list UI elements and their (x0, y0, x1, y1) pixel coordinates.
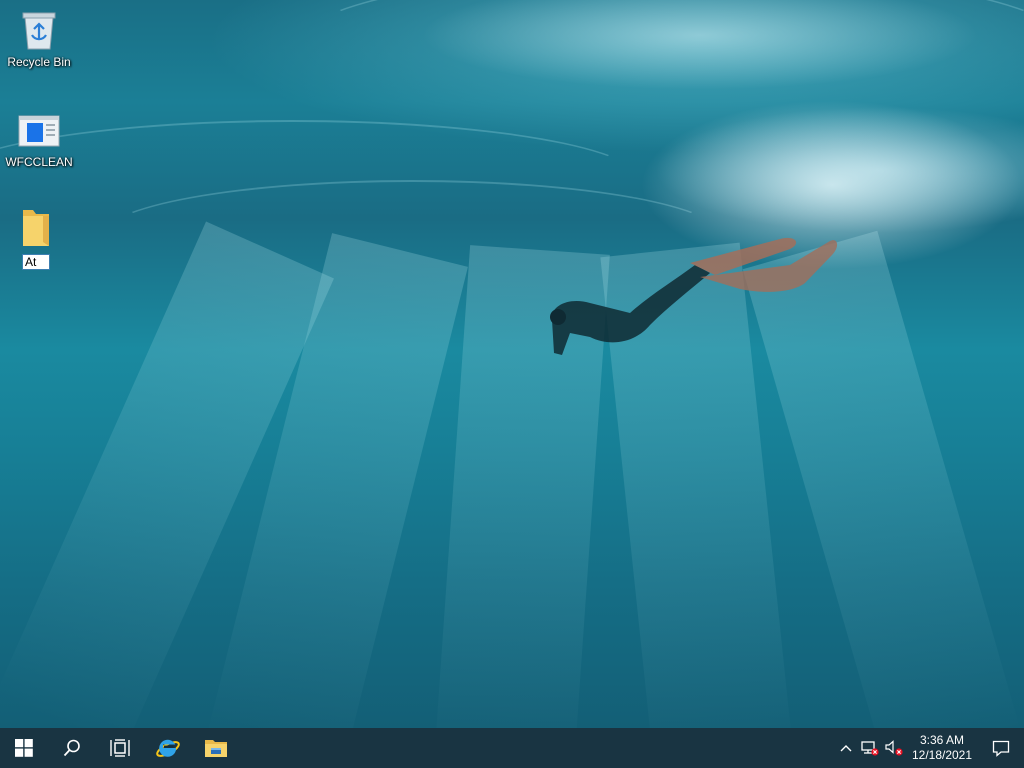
search-icon (63, 739, 80, 757)
desktop-icon-label: Recycle Bin (7, 55, 71, 69)
desktop[interactable]: Recycle Bin WFCCLEAN (0, 0, 1024, 728)
volume-muted-icon (885, 740, 903, 756)
window-shortcut-icon (17, 108, 61, 152)
file-explorer-icon (205, 740, 227, 757)
task-view-button[interactable] (96, 728, 144, 768)
folder-icon (14, 206, 58, 250)
action-center-icon (992, 740, 1010, 757)
recycle-bin-icon (17, 8, 61, 52)
chevron-up-icon (840, 745, 852, 752)
action-center-button[interactable] (978, 728, 1024, 768)
show-hidden-icons-button[interactable] (834, 728, 858, 768)
taskbar-clock[interactable]: 3:36 AM 12/18/2021 (906, 728, 978, 768)
wallpaper-diver (550, 237, 838, 355)
folder-rename-input[interactable] (22, 254, 50, 270)
task-view-icon (110, 739, 130, 757)
clock-time: 3:36 AM (919, 733, 965, 747)
file-explorer-button[interactable] (192, 728, 240, 768)
start-button[interactable] (0, 728, 48, 768)
clock-date: 12/18/2021 (911, 748, 973, 762)
internet-explorer-icon (156, 739, 180, 757)
search-button[interactable] (48, 728, 96, 768)
volume-button[interactable] (882, 728, 906, 768)
system-tray: 3:36 AM 12/18/2021 (834, 728, 1024, 768)
desktop-icon-new-folder[interactable] (0, 206, 74, 270)
taskbar: 3:36 AM 12/18/2021 (0, 728, 1024, 768)
network-disconnected-icon (861, 741, 879, 756)
desktop-icon-recycle-bin[interactable]: Recycle Bin (1, 8, 77, 69)
windows-logo-icon (15, 739, 33, 757)
desktop-icon-wfcclean[interactable]: WFCCLEAN (1, 108, 77, 169)
network-status-button[interactable] (858, 728, 882, 768)
internet-explorer-button[interactable] (144, 728, 192, 768)
desktop-icon-label: WFCCLEAN (5, 155, 73, 169)
